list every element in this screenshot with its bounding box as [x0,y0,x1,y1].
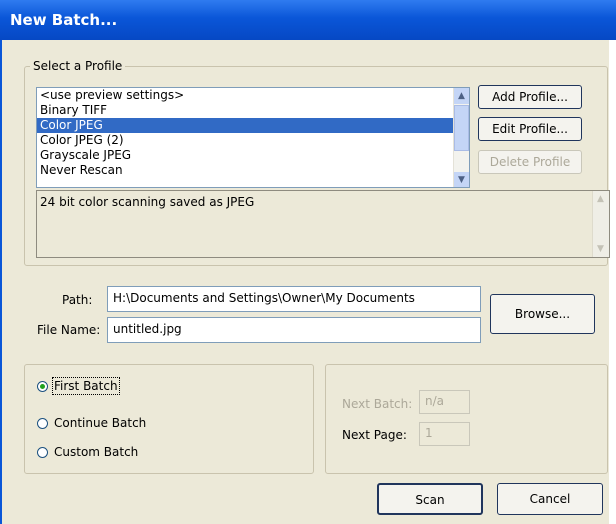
scan-button[interactable]: Scan [377,483,483,515]
profile-description: 24 bit color scanning saved as JPEG [40,195,255,209]
add-profile-button[interactable]: Add Profile... [478,85,582,109]
radio-first-batch[interactable]: First Batch [37,377,177,396]
profile-list-scrollbar[interactable]: ▲ ▼ [453,88,469,187]
profile-list-item[interactable]: Color JPEG (2) [37,133,469,148]
radio-custom-batch[interactable]: Custom Batch [37,444,177,462]
profile-list-item[interactable]: Binary TIFF [37,103,469,118]
continue-batch-label: Continue Batch [54,416,147,430]
window-title: New Batch... [10,11,118,29]
title-bar[interactable]: New Batch... [0,0,616,40]
profile-description-box: 24 bit color scanning saved as JPEG ▲ ▼ [36,190,610,258]
file-name-input[interactable]: untitled.jpg [107,317,481,343]
file-name-label: File Name: [37,323,101,337]
profile-list-item[interactable]: Never Rescan [37,163,469,178]
edit-profile-button[interactable]: Edit Profile... [478,117,582,141]
profile-list-item[interactable]: Grayscale JPEG [37,148,469,163]
add-profile-label: Add Profile... [492,90,568,104]
description-scrollbar: ▲ ▼ [592,191,609,257]
scroll-down-arrow-icon[interactable]: ▼ [454,172,469,187]
custom-batch-label: Custom Batch [54,445,139,459]
cancel-button[interactable]: Cancel [497,483,603,515]
delete-profile-button[interactable]: Delete Profile [478,150,582,174]
scrollbar-thumb[interactable] [454,105,469,151]
delete-profile-label: Delete Profile [489,155,571,169]
profile-listbox[interactable]: <use preview settings> Binary TIFF Color J… [36,87,470,188]
radio-unselected-icon [37,418,48,429]
edit-profile-label: Edit Profile... [492,122,568,136]
scroll-up-arrow-icon[interactable]: ▲ [454,88,469,104]
path-label: Path: [62,293,93,307]
scroll-up-arrow-icon: ▲ [593,191,608,207]
profile-list-item[interactable]: <use preview settings> [37,88,469,103]
profile-list-item[interactable]: Color JPEG [37,118,469,133]
radio-selected-icon [37,381,48,392]
path-input[interactable]: H:\Documents and Settings\Owner\My Docum… [107,286,481,312]
radio-continue-batch[interactable]: Continue Batch [37,415,177,433]
profile-group-legend: Select a Profile [30,59,126,73]
next-values-groupbox [325,364,608,474]
next-batch-input[interactable]: n/a [419,390,470,414]
next-page-input[interactable]: 1 [419,422,470,446]
browse-button[interactable]: Browse... [490,294,595,334]
next-batch-label: Next Batch: [342,397,413,411]
scan-label: Scan [415,493,445,507]
next-page-label: Next Page: [342,428,407,442]
profile-list: <use preview settings> Binary TIFF Color J… [37,88,469,178]
first-batch-label: First Batch [52,377,120,395]
browse-label: Browse... [514,307,571,321]
cancel-label: Cancel [529,492,571,506]
radio-unselected-icon [37,447,48,458]
scroll-down-arrow-icon: ▼ [593,241,608,257]
